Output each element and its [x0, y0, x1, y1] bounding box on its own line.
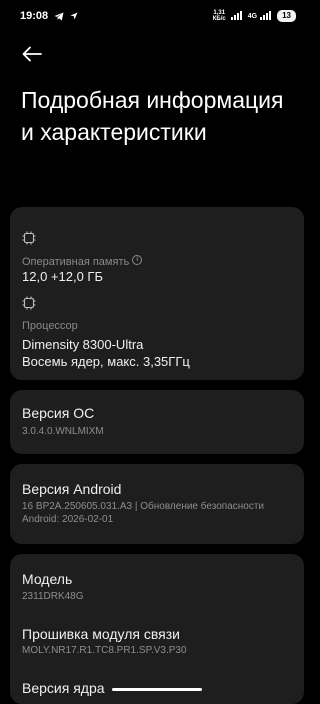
- processor-detail: Восемь ядер, макс. 3,35ГГц: [22, 354, 190, 369]
- signal-icon: [230, 7, 243, 25]
- page-title: Подробная информация и характеристики: [21, 87, 284, 145]
- android-version-line1: 16 BP2A.250605.031.A3 | Обновление безоп…: [22, 501, 264, 512]
- memory-chip-icon: [22, 231, 36, 250]
- signal-icon-2: [260, 7, 272, 25]
- processor-label: Процессор: [22, 320, 78, 332]
- back-button[interactable]: [18, 40, 46, 68]
- device-info-card: Модель 2311DRK48G Прошивка модуля связи …: [10, 554, 304, 704]
- processor-value: Dimensity 8300-Ultra: [22, 337, 144, 352]
- os-version-card[interactable]: Версия ОС 3.0.4.0.WNLMIXM: [10, 390, 304, 454]
- network-speed: 1,31 КБ/с: [213, 10, 226, 22]
- network-type: 4G: [247, 12, 258, 20]
- android-version-label: Версия Android: [22, 481, 122, 497]
- gesture-bar[interactable]: [112, 688, 202, 691]
- model-label: Модель: [22, 571, 73, 587]
- baseband-value: MOLY.NR17.R1.TC8.PR1.SP.V3.P30: [22, 645, 187, 656]
- location-icon: [70, 12, 78, 20]
- telegram-icon: [54, 12, 64, 21]
- hardware-card: Оперативная память i 12,0 +12,0 ГБ Процес…: [10, 207, 304, 380]
- battery-icon: 13: [277, 10, 296, 22]
- kernel-label: Версия ядра: [22, 680, 105, 696]
- info-icon[interactable]: i: [132, 254, 143, 265]
- model-value: 2311DRK48G: [22, 591, 84, 602]
- network-speed-unit: КБ/с: [212, 16, 226, 22]
- os-version-label: Версия ОС: [22, 405, 95, 421]
- android-version-card[interactable]: Версия Android 16 BP2A.250605.031.A3 | О…: [10, 464, 304, 544]
- baseband-label: Прошивка модуля связи: [22, 626, 180, 642]
- memory-label: Оперативная память: [22, 256, 130, 268]
- memory-value: 12,0 +12,0 ГБ: [22, 269, 103, 284]
- status-bar: 19:08 1,31 КБ/с 4G 13: [0, 0, 314, 32]
- os-version-value: 3.0.4.0.WNLMIXM: [22, 426, 104, 437]
- clock: 19:08: [20, 10, 49, 22]
- processor-chip-icon: [22, 296, 36, 315]
- arrow-left-icon: [22, 46, 42, 62]
- android-version-line2: Android: 2026-02-01: [22, 514, 114, 525]
